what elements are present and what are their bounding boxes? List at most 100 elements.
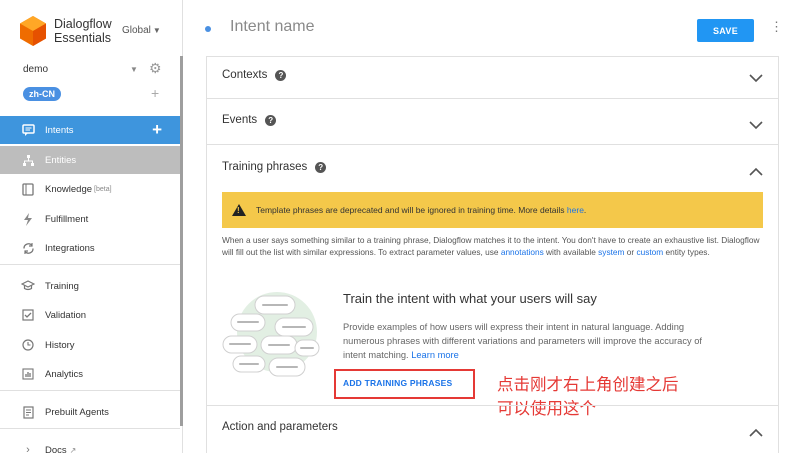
region-selector[interactable]: Global ▼ (122, 25, 161, 36)
sidebar-item-label: Analytics (45, 368, 84, 380)
help-icon[interactable]: ? (265, 114, 277, 126)
external-link-icon: ↗ (69, 445, 77, 453)
sidebar-item-label: Fulfillment (45, 213, 89, 225)
checkbox-icon (21, 308, 35, 322)
sidebar-divider (0, 390, 180, 391)
brand-name-line1: Dialogflow (54, 17, 112, 31)
description-text: entity types. (663, 247, 710, 257)
dialogflow-logo-icon (20, 16, 46, 46)
add-training-phrases-button[interactable]: ADD TRAINING PHRASES (343, 378, 452, 388)
chevron-down-icon[interactable] (748, 70, 764, 86)
description-text: with available (543, 247, 599, 257)
status-dot-icon (205, 26, 211, 32)
annotation-line: 点击刚才右上角创建之后 (497, 376, 679, 394)
panel-border-right (778, 56, 779, 453)
lightning-icon (21, 212, 35, 226)
section-title: Training phrases (222, 161, 308, 173)
warning-link[interactable]: here (567, 205, 584, 215)
sidebar-item-knowledge[interactable]: Knowledge [beta] (0, 175, 180, 203)
empty-state-title: Train the intent with what your users wi… (343, 291, 597, 306)
chat-bubbles-illustration (222, 292, 320, 377)
panel-border (206, 56, 779, 57)
chevron-up-icon[interactable] (748, 424, 764, 440)
sidebar-item-label: Entities (45, 154, 77, 166)
sidebar-item-intents[interactable]: Intents + (0, 116, 180, 144)
warning-tail: . (583, 205, 587, 215)
sidebar-item-training[interactable]: Training (0, 272, 180, 300)
help-icon[interactable]: ? (315, 161, 327, 173)
training-description: When a user says something similar to a … (222, 234, 767, 258)
chevron-right-icon: › (26, 444, 30, 453)
sidebar-item-label: Integrations (45, 242, 95, 254)
empty-state-body: Provide examples of how users will expre… (343, 320, 713, 362)
sidebar-item-validation[interactable]: Validation (0, 301, 180, 329)
add-intent-icon[interactable]: + (152, 120, 162, 140)
sidebar-item-label: Knowledge (45, 183, 93, 195)
learn-more-link[interactable]: Learn more (411, 350, 459, 360)
region-label: Global (122, 25, 151, 36)
empty-state-text: Provide examples of how users will expre… (343, 322, 702, 360)
sidebar-item-label: Docs (45, 444, 67, 453)
section-divider (206, 405, 779, 406)
gear-icon[interactable]: ⚙ (149, 61, 162, 75)
language-badge[interactable]: zh-CN (23, 87, 61, 101)
warning-text: Template phrases are deprecated and will… (256, 205, 567, 215)
clock-icon (21, 338, 35, 352)
chevron-down-icon[interactable] (748, 117, 764, 133)
sidebar-scrollbar[interactable] (180, 56, 183, 426)
intent-name-input[interactable]: Intent name (230, 18, 315, 36)
agent-name[interactable]: demo (23, 64, 48, 75)
sync-icon (21, 241, 35, 255)
sidebar-item-label: Validation (45, 309, 87, 321)
annotation-line: 可以使用这个 (497, 400, 596, 418)
section-events[interactable]: Events ? (222, 114, 277, 126)
brand-name-line2: Essentials (54, 31, 111, 45)
section-title: Contexts (222, 69, 268, 81)
sidebar-item-fulfillment[interactable]: Fulfillment (0, 205, 180, 233)
section-divider (206, 144, 779, 145)
sidebar-item-integrations[interactable]: Integrations (0, 234, 180, 262)
section-title: Events (222, 114, 258, 126)
hierarchy-icon (21, 153, 35, 167)
graduation-cap-icon (21, 279, 35, 293)
section-divider (206, 98, 779, 99)
brand[interactable]: Dialogflow Essentials (20, 16, 112, 46)
system-link[interactable]: system (598, 247, 624, 257)
more-options-icon[interactable]: ⋮ (770, 20, 783, 34)
sidebar-item-label: Intents (45, 124, 74, 136)
sidebar-item-prebuilt-agents[interactable]: Prebuilt Agents (0, 398, 180, 426)
description-text: or (624, 247, 637, 257)
brand-name: Dialogflow Essentials (54, 17, 112, 45)
sidebar-item-docs[interactable]: › Docs ↗ (0, 436, 180, 453)
caret-down-icon: ▼ (152, 26, 161, 35)
warning-icon: ! (232, 204, 246, 216)
sidebar-item-analytics[interactable]: Analytics (0, 360, 180, 388)
beta-badge: [beta] (94, 185, 112, 193)
chevron-up-icon[interactable] (748, 163, 764, 179)
annotations-link[interactable]: annotations (501, 247, 544, 257)
sidebar-divider (0, 428, 180, 429)
deprecation-warning: ! Template phrases are deprecated and wi… (222, 192, 763, 228)
help-icon[interactable]: ? (275, 69, 287, 81)
annotation-note: 点击刚才右上角创建之后 可以使用这个 (497, 373, 757, 421)
section-training-phrases[interactable]: Training phrases ? (222, 161, 327, 173)
section-action-parameters[interactable]: Action and parameters (222, 421, 338, 433)
save-button[interactable]: SAVE (697, 19, 754, 42)
sidebar-item-entities[interactable]: Entities (0, 146, 180, 174)
panel-border-left (206, 56, 207, 453)
chat-icon (21, 123, 35, 137)
sidebar: Dialogflow Essentials Global ▼ demo ▼ ⚙ … (0, 0, 183, 453)
sidebar-item-history[interactable]: History (0, 331, 180, 359)
bar-chart-icon (21, 367, 35, 381)
book-icon (21, 182, 35, 196)
agent-dropdown-icon[interactable]: ▼ (130, 65, 138, 74)
sidebar-item-label: History (45, 339, 75, 351)
app: Dialogflow Essentials Global ▼ demo ▼ ⚙ … (0, 0, 800, 453)
section-contexts[interactable]: Contexts ? (222, 69, 287, 81)
sidebar-item-label: Training (45, 280, 79, 292)
document-icon (21, 405, 35, 419)
sidebar-divider (0, 264, 180, 265)
custom-link[interactable]: custom (636, 247, 663, 257)
add-language-icon[interactable]: + (151, 86, 159, 100)
sidebar-item-label: Prebuilt Agents (45, 406, 109, 418)
